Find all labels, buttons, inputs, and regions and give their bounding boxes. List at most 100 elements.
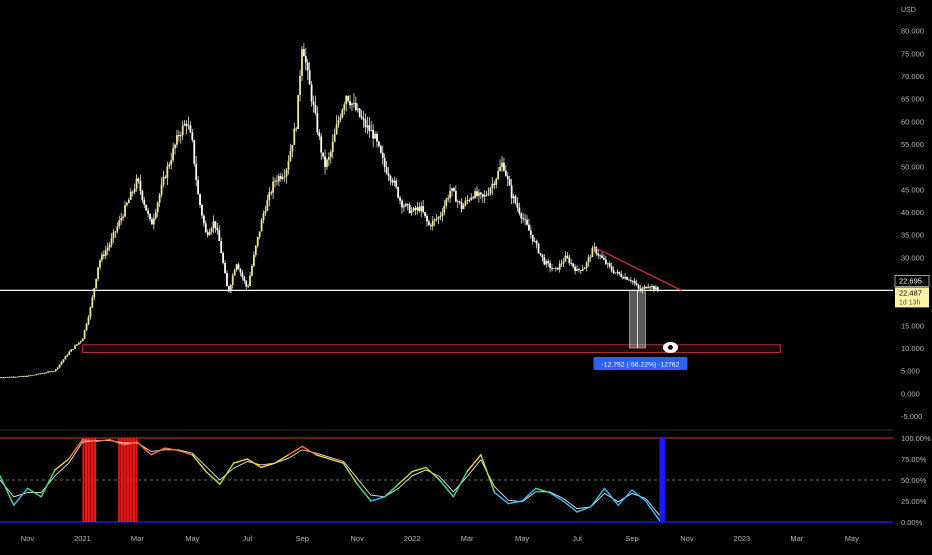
candle-body [493,183,496,185]
candle-body [141,190,144,200]
candle-body [131,191,134,193]
candle-body [366,125,369,128]
candle-body [408,204,411,214]
candle-body [335,124,338,134]
candle-body [574,266,576,271]
candle-body [643,286,646,289]
candle-body [331,141,334,153]
candle-body [58,364,61,368]
candle-body [566,255,569,258]
candle-body [6,376,9,378]
candle-body [608,263,611,267]
time-tick-label: Mar [461,534,474,543]
candle-body [235,264,238,271]
candle-body [174,144,176,149]
candle-body [497,171,500,179]
candle-body [597,253,600,256]
candle-body [60,361,63,365]
oscillator-tick-label: 100.00% [901,434,931,443]
time-tick-label: 2021 [74,534,91,543]
candle-body [114,231,117,233]
candle-body [74,345,76,349]
candle-body [522,218,525,220]
candle-body [439,215,442,217]
candle-body [291,144,294,151]
candle-body [260,220,263,232]
candle-body [106,247,109,251]
candle-body [647,286,650,289]
chart-svg[interactable]: USD 80.000 75.000 70.000 65.000 60.000 55.000 5… [0,0,932,550]
candle-body [593,247,596,249]
candle-body [37,373,40,375]
candle-body [389,176,392,181]
candle-body [245,280,248,287]
candle-body [512,196,515,199]
candle-body [12,376,15,378]
candle-body [97,267,99,279]
candle-body [20,376,23,377]
candle-body [395,180,398,188]
candle-body [653,286,655,290]
oscillator-tick-label: 0.00% [901,518,923,527]
candle-body [381,152,384,158]
candle-body [262,213,265,221]
candle-body [272,181,275,193]
candle-body [206,232,209,236]
candle-body [110,238,113,245]
candle-body [503,162,505,171]
candle-body [468,199,471,201]
candle-body [139,181,142,191]
candle-body [651,286,653,288]
price-chart[interactable]: USD 80.000 75.000 70.000 65.000 60.000 55.000 5… [0,0,932,550]
candle-body [64,356,67,360]
candle-body [124,205,126,217]
candle-body [620,274,623,278]
candle-body [316,113,319,133]
price-tick-label: 75.000 [901,49,924,58]
candle-body [193,140,196,164]
candle-body [104,250,107,256]
candle-body [445,199,448,206]
candle-body [116,226,119,232]
candle-body [179,135,182,137]
candle-body [222,253,225,263]
candle-body [401,200,403,208]
candle-body [202,215,205,224]
candle-body [520,213,523,219]
candle-body [610,266,613,271]
candle-body [626,277,628,280]
candle-body [101,254,103,261]
candle-body [508,179,511,186]
candle-body [385,166,388,174]
candle-body [356,108,359,110]
candle-body [587,257,590,263]
candle-body [326,159,328,167]
candle-body [47,371,49,373]
candle-body [304,56,307,63]
candle-body [629,280,632,281]
price-tick-label: 50.000 [901,163,924,172]
candle-body [168,164,171,167]
candle-body [56,367,59,370]
time-tick-label: 2022 [404,534,421,543]
candle-body [324,156,326,167]
candle-body [495,178,498,185]
price-tick-label: 65.000 [901,95,924,104]
candle-body [633,281,636,284]
price-tick-label: 5.000 [901,367,920,376]
candle-body [360,116,363,119]
candle-body [201,204,203,216]
candle-body [429,224,432,227]
candle-body [133,188,136,192]
candle-body [135,178,138,189]
candle-body [376,133,378,142]
candle-body [443,205,446,213]
candle-body [95,278,98,289]
candle-body [441,212,444,216]
candle-body [616,271,619,273]
candle-body [412,208,415,211]
candle-body [618,271,621,275]
candle-body [187,125,190,127]
time-tick-label: May [845,534,859,543]
candle-body [433,219,436,221]
